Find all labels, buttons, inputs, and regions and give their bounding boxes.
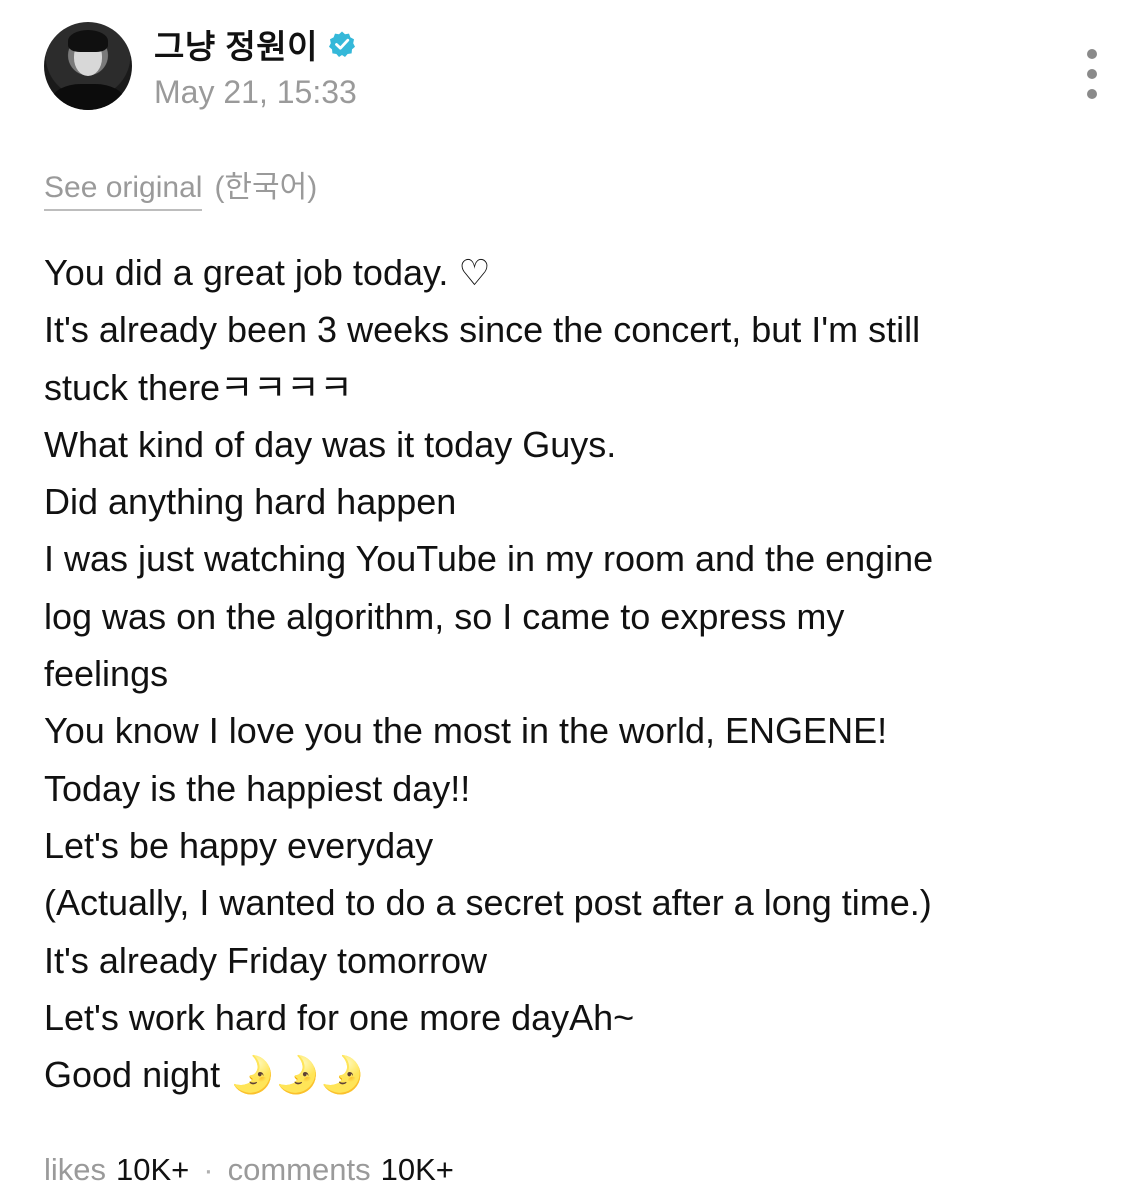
likes-count: 10K+ xyxy=(116,1152,190,1187)
avatar-hair xyxy=(68,30,108,52)
post-line: I was just watching YouTube in my room a… xyxy=(44,538,934,580)
stats-separator: · xyxy=(203,1152,214,1187)
avatar-shoulders xyxy=(52,84,124,110)
translation-row: See original (한국어) xyxy=(44,162,317,211)
post-timestamp: May 21, 15:33 xyxy=(154,74,357,110)
post-stats: likes 10K+ · comments 10K+ xyxy=(44,1152,454,1188)
see-original-link[interactable]: See original xyxy=(44,171,203,211)
post-body: You did a great job today. ♡ It's alread… xyxy=(44,244,1104,1103)
post-line: feelings xyxy=(44,653,169,695)
post-line: Today is the happiest day!! xyxy=(44,767,471,809)
avatar[interactable] xyxy=(44,22,132,110)
post-line: It's already been 3 weeks since the conc… xyxy=(44,309,921,351)
post-line: stuck thereㅋㅋㅋㅋ xyxy=(44,366,353,408)
username-row: 그냥 정원이 xyxy=(154,24,356,65)
post-line: You did a great job today. ♡ xyxy=(44,252,491,293)
post-line: Let's work hard for one more dayAh~ xyxy=(44,996,635,1038)
verified-badge-icon xyxy=(328,31,355,57)
original-language-label: (한국어) xyxy=(214,171,318,204)
username[interactable]: 그냥 정원이 xyxy=(154,20,318,68)
post-line: Let's be happy everyday xyxy=(44,824,434,866)
post-line: log was on the algorithm, so I came to e… xyxy=(44,595,845,637)
likes-label[interactable]: likes xyxy=(44,1152,106,1188)
post-line: What kind of day was it today Guys. xyxy=(44,423,617,465)
post-line: Did anything hard happen xyxy=(44,481,457,523)
post-line: You know I love you the most in the worl… xyxy=(44,710,888,752)
comments-count: 10K+ xyxy=(380,1152,454,1187)
post-line: Good night 🌛🌛🌛 xyxy=(44,1054,365,1096)
more-options-icon[interactable] xyxy=(1080,46,1104,102)
post-header: 그냥 정원이 May 21, 15:33 xyxy=(44,22,1104,118)
comments-label[interactable]: comments xyxy=(228,1152,371,1188)
post-line: It's already Friday tomorrow xyxy=(44,939,488,981)
post-line: (Actually, I wanted to do a secret post … xyxy=(44,882,932,924)
